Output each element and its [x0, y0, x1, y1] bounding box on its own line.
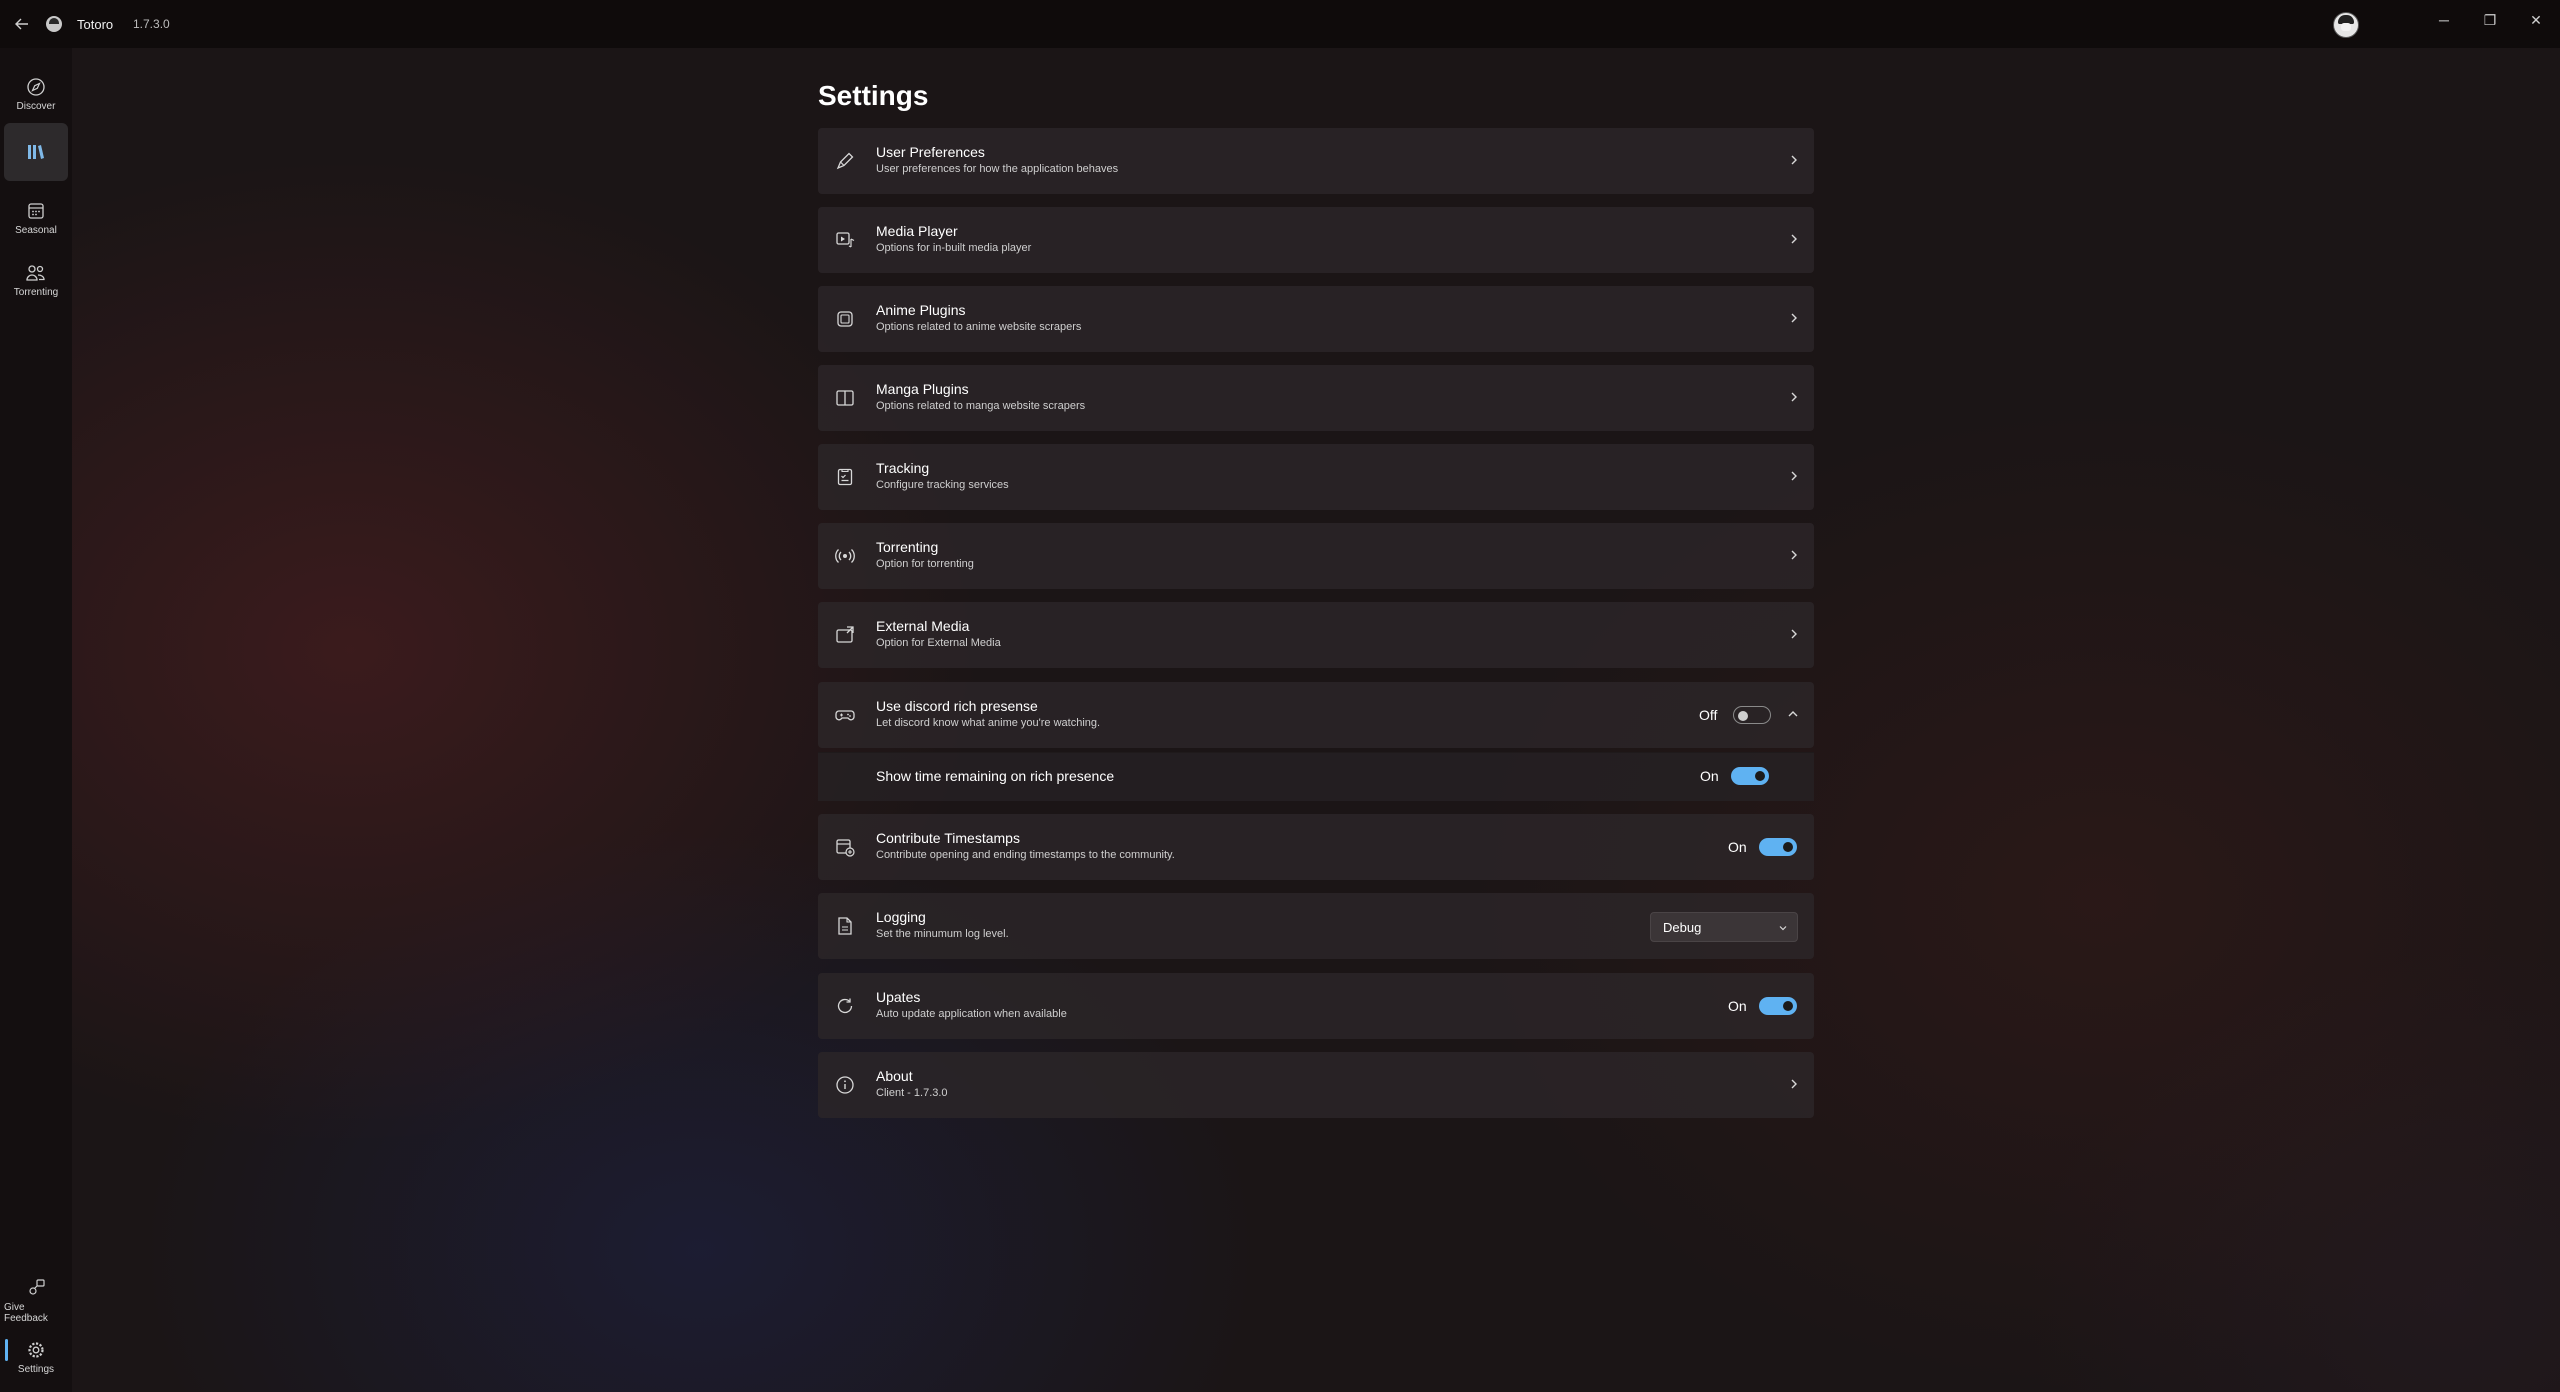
- sub-setting-title: Show time remaining on rich presence: [876, 768, 1115, 784]
- chevron-right-icon: [1791, 550, 1797, 560]
- discord-rich-presence-toggle[interactable]: [1733, 706, 1771, 724]
- chevron-right-icon: [1791, 313, 1797, 323]
- card-description: Contribute opening and ending timestamps…: [876, 849, 1175, 861]
- refresh-icon: [834, 995, 856, 1017]
- auto-update-toggle[interactable]: [1759, 997, 1797, 1015]
- card-description: User preferences for how the application…: [876, 163, 1119, 175]
- toggle-state-label: On: [1700, 768, 1719, 784]
- discord-sub-setting-row: Show time remaining on rich presence On: [818, 752, 1814, 801]
- card-title: Tracking: [876, 460, 930, 476]
- broadcast-icon: [834, 545, 856, 567]
- media-player-icon: [834, 229, 856, 251]
- card-title: Anime Plugins: [876, 302, 966, 318]
- card-description: Auto update application when available: [876, 1008, 1067, 1020]
- sidebar-item-discover[interactable]: Discover: [4, 67, 68, 125]
- settings-card-tracking[interactable]: Tracking Configure tracking services: [818, 444, 1814, 510]
- card-description: Options related to anime website scraper…: [876, 321, 1082, 333]
- external-media-icon: [834, 624, 856, 646]
- sidebar-item-label: Torrenting: [13, 287, 59, 298]
- page-title: Settings: [818, 80, 929, 111]
- card-description: Option for External Media: [876, 637, 1001, 649]
- sidebar-item-give-feedback[interactable]: Give Feedback: [4, 1268, 68, 1326]
- pen-icon: [834, 150, 856, 172]
- sidebar: [0, 48, 72, 1392]
- clipboard-check-icon: [834, 466, 856, 488]
- sidebar-item-label: Settings: [17, 1364, 55, 1375]
- card-description: Let discord know what anime you're watch…: [876, 717, 1101, 729]
- card-title: About: [876, 1068, 913, 1084]
- card-description: Option for torrenting: [876, 558, 974, 570]
- maximize-button[interactable]: ❐: [2476, 10, 2504, 30]
- card-description: Options for in-built media player: [876, 242, 1032, 254]
- log-level-dropdown[interactable]: Debug: [1650, 912, 1798, 942]
- card-title: External Media: [876, 618, 970, 634]
- discover-icon: [27, 78, 45, 96]
- card-description: Set the minumum log level.: [876, 928, 1009, 940]
- plugin-icon: [834, 308, 856, 330]
- card-title: Upates: [876, 989, 921, 1005]
- sidebar-item-seasonal[interactable]: Seasonal: [4, 191, 68, 249]
- settings-card-timestamps: Contribute Timestamps Contribute opening…: [818, 814, 1814, 880]
- show-time-remaining-toggle[interactable]: [1731, 767, 1769, 785]
- gamepad-icon: [834, 704, 856, 726]
- card-title: Logging: [876, 909, 926, 925]
- settings-card-torrenting[interactable]: Torrenting Option for torrenting: [818, 523, 1814, 589]
- calendar-add-icon: [834, 836, 856, 858]
- dropdown-value: Debug: [1663, 920, 1702, 935]
- gear-icon: [28, 1342, 44, 1358]
- title-bar: Totoro 1.7.3.0 ─ ❐ ✕: [0, 0, 2560, 48]
- sidebar-item-label: Give Feedback: [4, 1302, 48, 1324]
- toggle-state-label: On: [1728, 839, 1747, 855]
- library-icon: [28, 145, 44, 159]
- settings-card-manga-plugins[interactable]: Manga Plugins Options related to manga w…: [818, 365, 1814, 431]
- book-icon: [834, 387, 856, 409]
- card-title: Use discord rich presense: [876, 698, 1038, 714]
- settings-card-media-player[interactable]: Media Player Options for in-built media …: [818, 207, 1814, 273]
- people-icon: [26, 265, 45, 281]
- minimize-button[interactable]: ─: [2430, 10, 2458, 30]
- card-title: Manga Plugins: [876, 381, 969, 397]
- chevron-right-icon: [1791, 155, 1797, 165]
- settings-card-external-media[interactable]: External Media Option for External Media: [818, 602, 1814, 668]
- settings-card-updates: Upates Auto update application when avai…: [818, 973, 1814, 1039]
- toggle-state-label: On: [1728, 998, 1747, 1014]
- chevron-right-icon: [1791, 234, 1797, 244]
- close-button[interactable]: ✕: [2522, 10, 2550, 30]
- back-arrow-icon[interactable]: [12, 14, 32, 34]
- document-icon: [834, 915, 856, 937]
- card-description: Options related to manga website scraper…: [876, 400, 1086, 412]
- app-title: Totoro: [77, 17, 114, 32]
- sidebar-item-settings[interactable]: Settings: [4, 1330, 68, 1388]
- contribute-timestamps-toggle[interactable]: [1759, 838, 1797, 856]
- card-description: Client - 1.7.3.0: [876, 1087, 948, 1099]
- chevron-right-icon: [1791, 392, 1797, 402]
- sidebar-item-library[interactable]: [4, 123, 68, 181]
- chevron-down-icon: [1779, 926, 1787, 931]
- app-logo-icon: [46, 16, 62, 32]
- chevron-right-icon: [1791, 471, 1797, 481]
- avatar[interactable]: [2333, 12, 2359, 38]
- info-icon: [834, 1074, 856, 1096]
- settings-card-about[interactable]: About Client - 1.7.3.0: [818, 1052, 1814, 1118]
- card-title: Torrenting: [876, 539, 939, 555]
- app-version: 1.7.3.0: [133, 17, 170, 31]
- card-title: Media Player: [876, 223, 958, 239]
- chevron-right-icon: [1791, 1079, 1797, 1089]
- sidebar-item-torrenting[interactable]: Torrenting: [4, 253, 68, 311]
- chevron-right-icon: [1791, 629, 1797, 639]
- chevron-up-icon[interactable]: [1786, 707, 1800, 721]
- calendar-icon: [28, 203, 44, 219]
- feedback-icon: [29, 1279, 45, 1295]
- toggle-state-label: Off: [1699, 707, 1718, 723]
- card-title: Contribute Timestamps: [876, 830, 1020, 846]
- sidebar-item-label: Discover: [16, 101, 56, 112]
- settings-card-discord: Use discord rich presense Let discord kn…: [818, 682, 1814, 748]
- settings-card-user-preferences[interactable]: User Preferences User preferences for ho…: [818, 128, 1814, 194]
- card-description: Configure tracking services: [876, 479, 1009, 491]
- sidebar-item-label: Seasonal: [15, 225, 57, 236]
- card-title: User Preferences: [876, 144, 985, 160]
- settings-card-anime-plugins[interactable]: Anime Plugins Options related to anime w…: [818, 286, 1814, 352]
